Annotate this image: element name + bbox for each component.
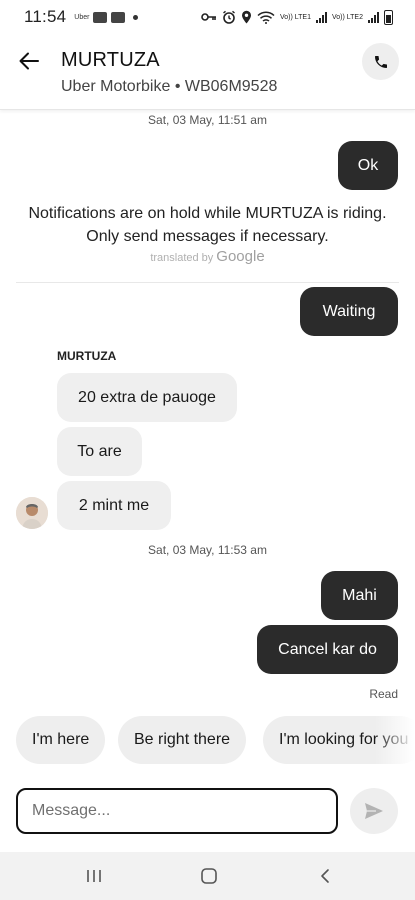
chat-header: MURTUZA Uber Motorbike • WB06M9528 xyxy=(0,34,415,110)
incoming-message: 20 extra de pauoge xyxy=(57,373,237,422)
vpn-key-icon xyxy=(201,13,216,21)
app-notification-icon xyxy=(111,11,126,23)
outgoing-message: Waiting xyxy=(300,287,398,336)
lte1-label: Vo)) LTE1 xyxy=(280,13,311,21)
app-notification-icon xyxy=(93,11,108,23)
home-button[interactable] xyxy=(194,864,224,888)
message-timestamp: Sat, 03 May, 11:51 am xyxy=(148,113,267,127)
more-notifications-icon xyxy=(133,14,139,20)
message-timestamp: Sat, 03 May, 11:53 am xyxy=(148,543,267,557)
vehicle-info: Uber Motorbike • WB06M9528 xyxy=(61,78,278,95)
incoming-message: To are xyxy=(57,427,142,476)
outgoing-message: Cancel kar do xyxy=(257,625,398,674)
location-icon xyxy=(242,10,251,24)
signal-2-icon xyxy=(368,11,379,23)
send-button[interactable] xyxy=(350,788,398,834)
lte2-label: Vo)) LTE2 xyxy=(332,13,363,21)
back-nav-button[interactable] xyxy=(310,864,340,888)
back-button[interactable] xyxy=(14,46,44,76)
divider xyxy=(16,282,399,283)
system-icons: Vo)) LTE1 Vo)) LTE2 xyxy=(201,9,393,25)
battery-icon xyxy=(384,9,393,25)
system-nav-bar xyxy=(0,852,415,900)
recents-button[interactable] xyxy=(79,864,109,888)
back-icon xyxy=(321,869,329,883)
quick-replies: I'm here Be right there I'm looking for … xyxy=(16,716,415,766)
wifi-icon xyxy=(257,11,275,24)
incoming-message: 2 mint me xyxy=(57,481,171,530)
uber-notification-label: Uber xyxy=(74,13,90,21)
home-icon xyxy=(201,868,217,884)
outgoing-message: Mahi xyxy=(321,571,398,620)
send-icon xyxy=(365,803,383,819)
sender-name: MURTUZA xyxy=(57,349,117,363)
status-bar: 11:54 Uber Vo)) LTE1 Vo)) LTE2 xyxy=(0,0,415,34)
riding-notice-line-1: Notifications are on hold while MURTUZA … xyxy=(28,205,387,222)
riding-notice-line-2: Only send messages if necessary. xyxy=(86,228,329,245)
arrow-left-icon xyxy=(19,52,39,70)
contact-name: MURTUZA xyxy=(61,49,160,71)
recents-icon xyxy=(87,870,101,882)
avatar xyxy=(16,497,48,529)
scroll-fade xyxy=(375,716,415,766)
signal-1-icon xyxy=(316,11,327,23)
alarm-icon xyxy=(223,10,235,24)
phone-icon xyxy=(374,55,387,68)
message-input[interactable] xyxy=(18,790,336,832)
google-logo-text: Google xyxy=(216,248,265,265)
message-input-container xyxy=(16,788,338,834)
quick-reply-chip[interactable]: Be right there xyxy=(118,716,247,764)
read-receipt: Read xyxy=(369,687,398,701)
quick-reply-chip[interactable]: I'm here xyxy=(16,716,106,764)
notification-icons: Uber xyxy=(74,11,139,23)
outgoing-message: Ok xyxy=(338,141,398,190)
translated-by-google: translated by Google xyxy=(0,248,415,265)
status-time: 11:54 xyxy=(24,7,67,26)
call-button[interactable] xyxy=(362,43,399,80)
translated-by-label: translated by xyxy=(150,252,214,264)
